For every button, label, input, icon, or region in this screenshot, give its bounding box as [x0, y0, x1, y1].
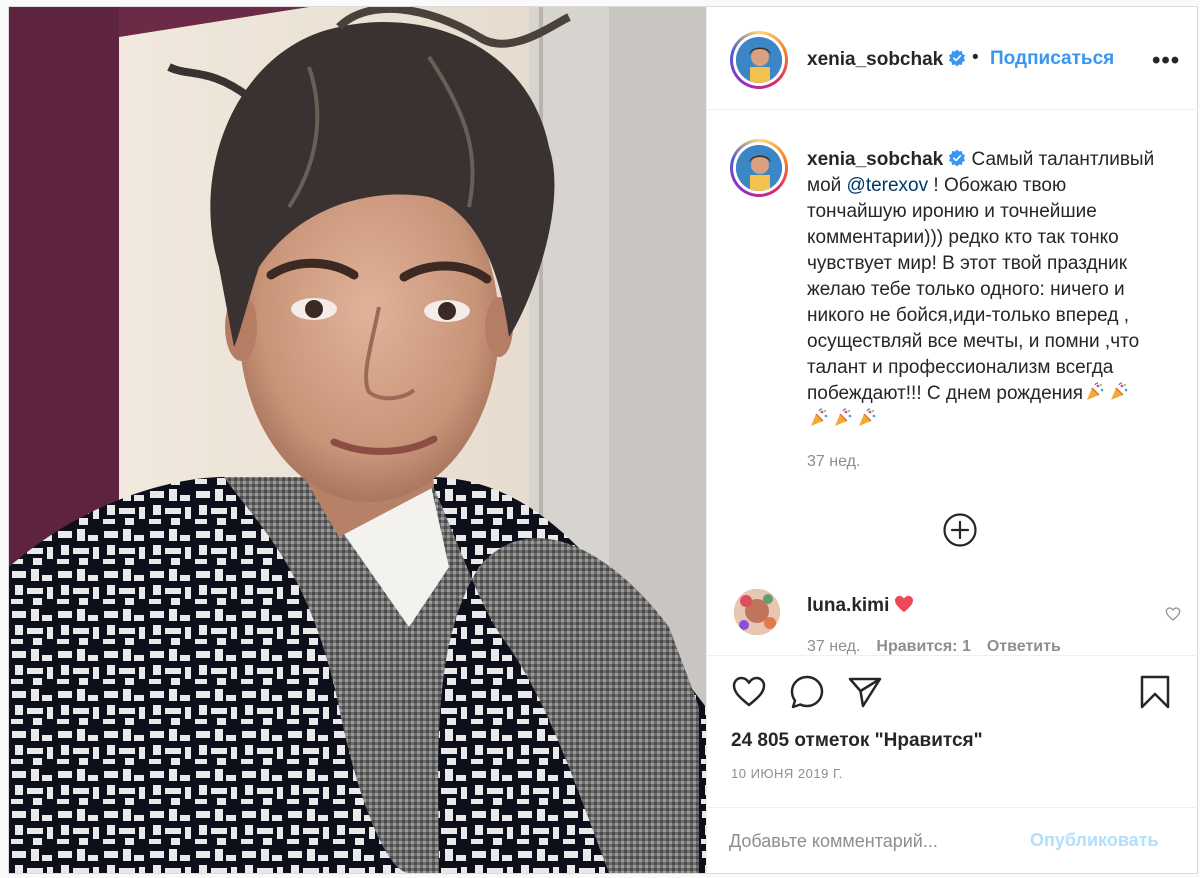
party-popper-icon [1111, 382, 1128, 400]
party-popper-icon [859, 408, 876, 426]
commenter-avatar[interactable] [734, 589, 780, 635]
caption-username[interactable]: xenia_sobchak [807, 149, 943, 170]
verified-badge-icon [949, 149, 966, 167]
save-bookmark-icon[interactable] [1137, 674, 1173, 710]
comment-composer: Опубликовать [707, 807, 1198, 873]
party-popper-icon [835, 408, 852, 426]
load-more-plus-icon[interactable] [942, 512, 978, 548]
comment-likes-count[interactable]: Нравится: 1 [876, 638, 970, 655]
post-photo-image [9, 7, 706, 873]
post-photo[interactable] [9, 7, 706, 873]
caption-author-avatar[interactable] [730, 139, 788, 197]
more-options-icon[interactable]: ••• [1152, 47, 1180, 75]
red-heart-icon [895, 595, 914, 613]
verified-badge-icon [949, 49, 966, 67]
caption-mention-link[interactable]: @terexov [847, 175, 929, 196]
comment-meta: 37 нед. Нравится: 1 Ответить [807, 638, 1077, 655]
post-header: xenia_sobchak • Подписаться ••• [707, 7, 1198, 110]
like-heart-icon[interactable] [731, 674, 767, 710]
author-username[interactable]: xenia_sobchak [807, 49, 966, 71]
post-actions: 24 805 отметок "Нравится" 10 ИЮНЯ 2019 Г… [707, 655, 1198, 807]
publish-button[interactable]: Опубликовать [1030, 830, 1159, 851]
share-paper-plane-icon[interactable] [847, 674, 883, 710]
post-modal: xenia_sobchak • Подписаться ••• xenia_so… [8, 6, 1198, 874]
commenter-username-line: luna.kimi [807, 595, 914, 617]
page-frame: xenia_sobchak • Подписаться ••• xenia_so… [0, 0, 1200, 878]
caption-text: xenia_sobchak Самый талантливый мой @ter… [807, 147, 1167, 433]
likes-count[interactable]: 24 805 отметок "Нравится" [731, 730, 983, 752]
caption-timestamp[interactable]: 37 нед. [807, 453, 860, 471]
party-popper-icon [1087, 382, 1104, 400]
comment-timestamp[interactable]: 37 нед. [807, 638, 860, 655]
post-date[interactable]: 10 ИЮНЯ 2019 Г. [731, 766, 843, 781]
comment-input[interactable] [729, 818, 1029, 864]
comments-list[interactable]: xenia_sobchak Самый талантливый мой @ter… [707, 111, 1198, 655]
header-separator: • [972, 47, 979, 68]
comment-like-heart-icon[interactable] [1165, 606, 1181, 622]
comment-reply-button[interactable]: Ответить [987, 638, 1061, 655]
follow-button[interactable]: Подписаться [990, 48, 1114, 70]
author-avatar[interactable] [730, 31, 788, 89]
commenter-username[interactable]: luna.kimi [807, 595, 889, 616]
comment-bubble-icon[interactable] [789, 674, 825, 710]
caption-text-body: ! Обожаю твою тончайшую иронию и точнейш… [807, 175, 1140, 404]
party-popper-icon [811, 408, 828, 426]
post-side-panel: xenia_sobchak • Подписаться ••• xenia_so… [706, 7, 1198, 873]
